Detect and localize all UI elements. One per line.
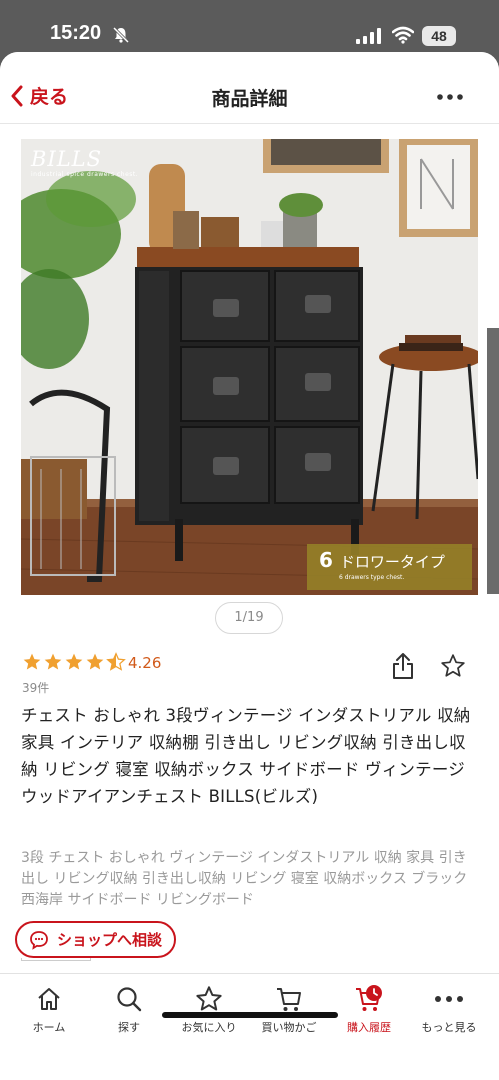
rating-stars [22,652,127,672]
signal-icon [356,28,381,44]
star-filled-icon [86,653,104,670]
purchase-history-icon [356,985,382,1011]
chat-bubble-icon [30,930,48,950]
tab-more[interactable]: もっと見る [408,982,490,1035]
next-image-preview[interactable] [487,328,499,594]
tab-purchase-history[interactable]: 購入履歴 [328,982,410,1035]
image-pager: 1/19 [215,602,283,634]
tab-search[interactable]: 探す [88,982,170,1035]
favorite-star-icon[interactable] [440,653,466,679]
home-indicator [162,1012,338,1018]
nav-header: 戻る 商品詳細 [0,52,499,124]
product-photo [21,139,478,595]
star-half-icon [106,652,126,671]
share-icon[interactable] [391,652,415,680]
tab-home[interactable]: ホーム [8,982,90,1035]
badge-text: ドロワータイプ [339,553,445,571]
status-time: 15:20 [50,22,102,44]
page-title: 商品詳細 [211,88,288,110]
star-filled-icon [23,653,41,670]
partial-element [21,958,91,961]
more-icon [435,996,463,1002]
tab-label: 買い物かご [261,1021,317,1034]
star-filled-icon [44,653,62,670]
bottom-tab-bar: ホーム 探す お気に入り 買い物かご 購入履歴 もっと見る [0,973,499,1080]
badge-number: 6 [319,548,333,572]
more-options-icon[interactable] [436,92,464,102]
rating-value: 4.26 [128,654,162,672]
bell-off-icon [112,26,130,44]
consult-label: ショップへ相談 [57,931,163,949]
battery-indicator: 48 [422,26,456,46]
tab-label: 探す [118,1021,140,1034]
shop-consult-button[interactable]: ショップへ相談 [15,921,176,958]
tab-favorites[interactable]: お気に入り [168,982,250,1035]
star-icon [196,986,222,1011]
brand-subtitle: industrial spice drawers chest. [31,171,139,178]
brand-logo-text: BILLS [31,147,103,171]
tab-label: もっと見る [421,1021,477,1034]
review-count[interactable]: 39件 [22,679,49,696]
tab-label: お気に入り [181,1021,237,1034]
product-title: チェスト おしゃれ 3段ヴィンテージ インダストリアル 収納 家具 インテリア … [21,706,471,806]
tab-label: ホーム [32,1021,66,1034]
tab-cart[interactable]: 買い物かご [248,982,330,1035]
star-filled-icon [65,653,83,670]
product-description: 3段 チェスト おしゃれ ヴィンテージ インダストリアル 収納 家具 引き出し … [21,850,468,908]
tab-label: 購入履歴 [347,1021,391,1034]
search-icon [117,987,142,1012]
cart-icon [277,988,301,1011]
home-icon [38,988,60,1010]
product-detail-sheet: 戻る 商品詳細 BILLS industrial spice drawers c… [0,52,499,1080]
wifi-icon [392,26,414,44]
product-image[interactable]: BILLS industrial spice drawers chest. 6 … [21,139,478,595]
badge-subtitle: 6 drawers type chest. [339,574,405,581]
drawer-type-badge: 6 ドロワータイプ 6 drawers type chest. [307,544,472,590]
